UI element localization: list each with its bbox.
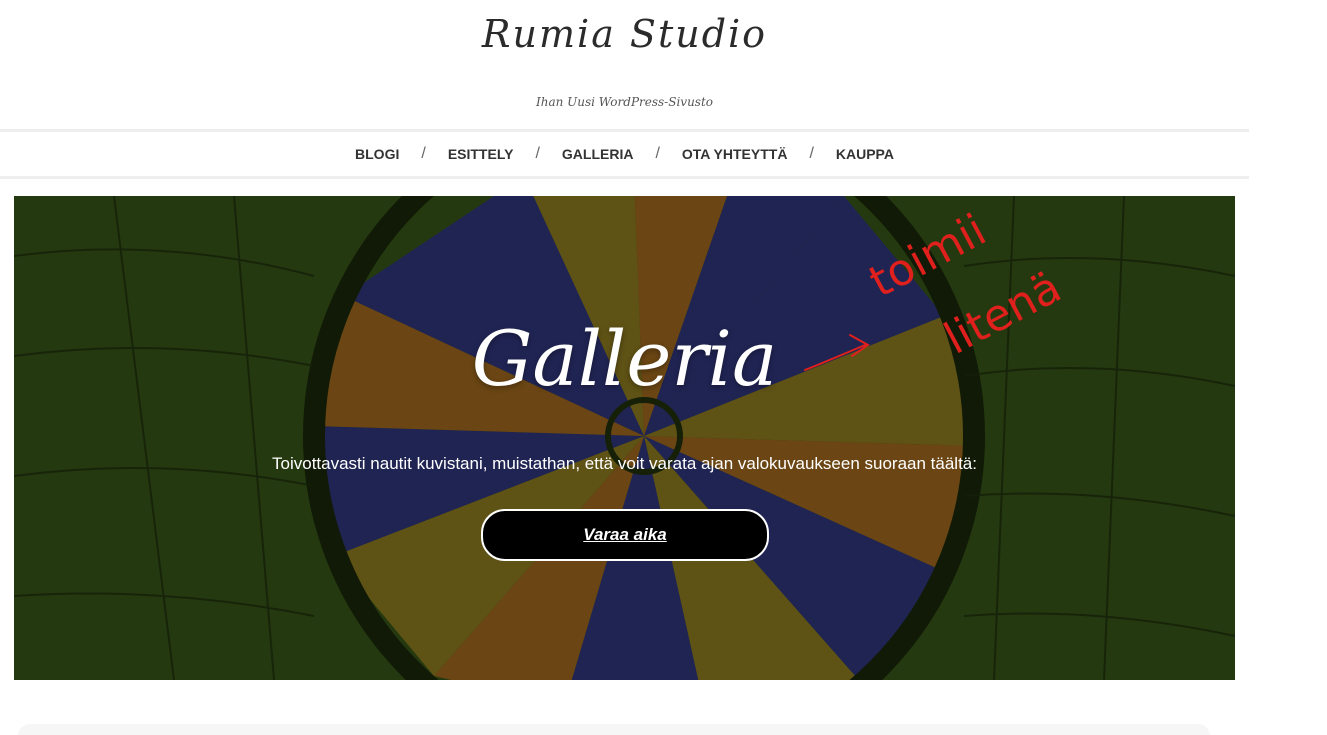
hero-background-image [14, 196, 1235, 680]
nav-separator: / [535, 145, 540, 162]
nav-separator: / [421, 145, 426, 162]
nav-separator: / [655, 145, 660, 162]
main-navigation: BLOGI / ESITTELY / GALLERIA / OTA YHTEYT… [0, 129, 1249, 179]
content-card-top [18, 724, 1210, 735]
hero-description: Toivottavasti nautit kuvistani, muistath… [272, 454, 977, 473]
page: Rumia Studio Ihan Uusi WordPress-Sivusto… [0, 0, 1327, 735]
site-tagline: Ihan Uusi WordPress-Sivusto [535, 95, 714, 109]
nav-item-ota-yhteytta[interactable]: OTA YHTEYTTÄ [682, 146, 788, 162]
nav-separator: / [809, 145, 814, 162]
book-appointment-button[interactable]: Varaa aika [481, 509, 769, 561]
hero-banner: Galleria Toivottavasti nautit kuvistani,… [14, 196, 1235, 680]
nav-item-esittely[interactable]: ESITTELY [448, 146, 514, 162]
hero-title: Galleria [471, 314, 778, 403]
nav-item-kauppa[interactable]: KAUPPA [836, 146, 894, 162]
site-title[interactable]: Rumia Studio [0, 12, 1249, 56]
nav-item-blogi[interactable]: BLOGI [355, 146, 399, 162]
nav-item-galleria[interactable]: GALLERIA [562, 146, 634, 162]
